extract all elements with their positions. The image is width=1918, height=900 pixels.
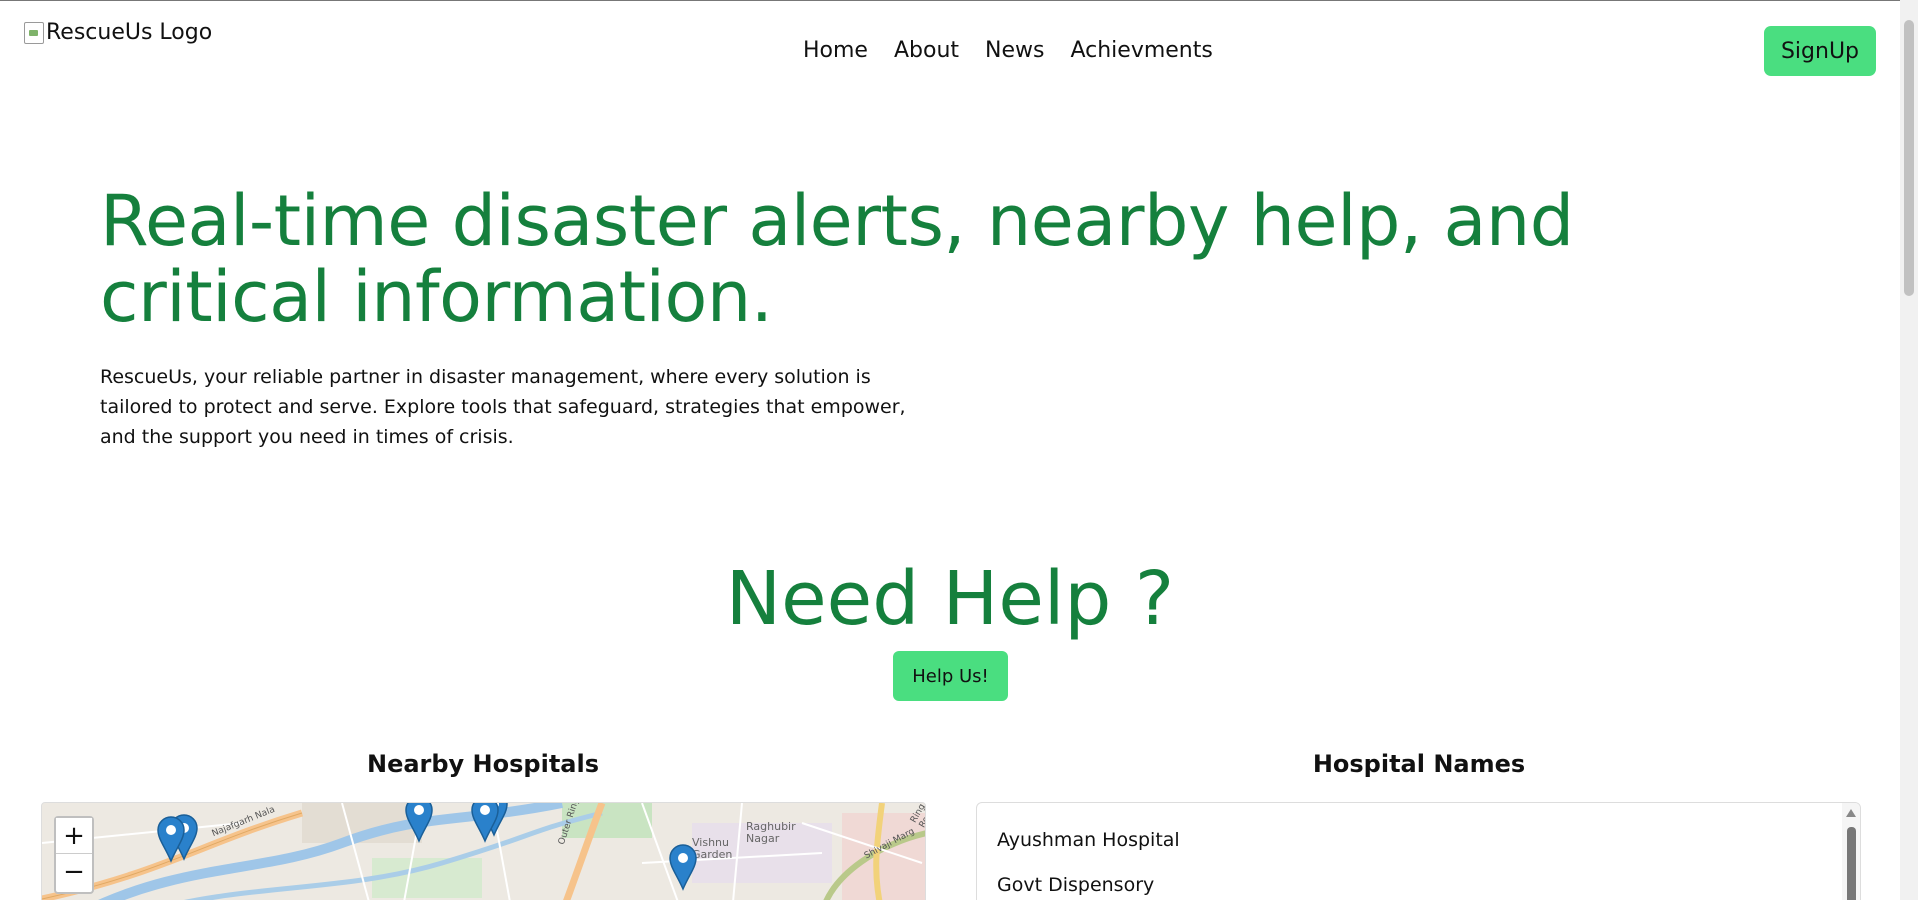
page-scroll-thumb[interactable] [1904, 20, 1914, 296]
map-label-raghubir-nagar: Raghubir Nagar [746, 820, 796, 845]
nav-achievements[interactable]: Achievments [1057, 38, 1225, 63]
page-scrollbar[interactable] [1900, 0, 1918, 900]
need-help-title: Need Help ? [725, 556, 1175, 642]
zoom-in-button[interactable]: + [56, 818, 92, 854]
map-zoom-control: + − [54, 816, 94, 894]
logo-alt-text: RescueUs Logo [46, 20, 213, 45]
nav-news[interactable]: News [972, 38, 1057, 63]
window-top-border [0, 0, 1918, 1]
list-item[interactable]: Govt Dispensory [977, 863, 1860, 900]
list-scrollbar[interactable] [1842, 803, 1860, 900]
hero-title: Real-time disaster alerts, nearby help, … [100, 180, 1574, 338]
nav-about[interactable]: About [881, 38, 972, 63]
zoom-out-button[interactable]: − [56, 854, 92, 890]
broken-image-icon [24, 21, 44, 44]
hospital-list[interactable]: Ayushman Hospital Govt Dispensory [976, 802, 1861, 900]
scroll-up-arrow-icon[interactable] [1846, 809, 1856, 817]
hospital-marker-icon[interactable] [156, 815, 186, 863]
map-label-vishnu-garden: Vishnu Garden [692, 836, 733, 861]
nearby-hospitals-heading: Nearby Hospitals [366, 750, 600, 778]
list-item[interactable]: Ayushman Hospital [977, 818, 1860, 863]
hospital-marker-icon[interactable] [668, 843, 698, 891]
hospital-names-heading: Hospital Names [1312, 750, 1526, 778]
main-nav: Home About News Achievments [803, 38, 1226, 63]
signup-button[interactable]: SignUp [1764, 26, 1876, 76]
logo[interactable]: RescueUs Logo [24, 20, 212, 45]
hospital-marker-icon[interactable] [404, 802, 434, 843]
hospital-map[interactable]: Najafgarh Nala Outer Ring Road Vishnu Ga… [41, 802, 926, 900]
nav-home[interactable]: Home [803, 38, 881, 63]
list-scroll-thumb[interactable] [1847, 827, 1856, 900]
hospital-marker-icon[interactable] [470, 802, 500, 843]
hero-description: RescueUs, your reliable partner in disas… [100, 366, 906, 448]
help-us-button[interactable]: Help Us! [893, 651, 1008, 701]
